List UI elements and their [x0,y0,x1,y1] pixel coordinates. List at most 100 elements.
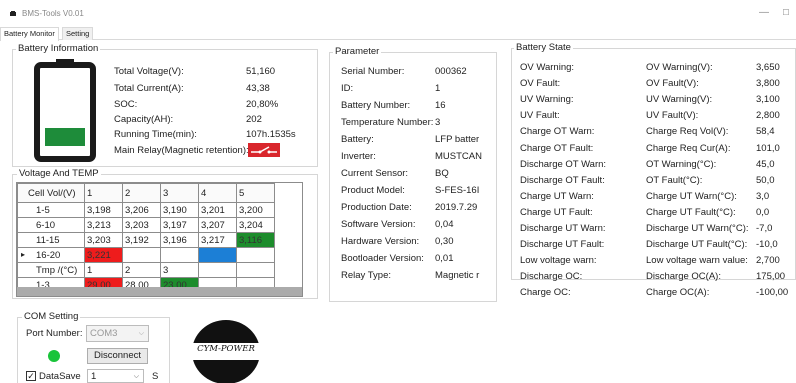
row-header-cell[interactable]: ▸ 16-20 [17,247,85,263]
column-header[interactable]: 3 [160,183,199,203]
table-cell[interactable]: 3,198 [84,202,123,218]
grid-horizontal-scrollbar[interactable] [17,287,302,296]
disconnect-button[interactable]: Disconnect [87,348,148,364]
table-cell[interactable]: 3,196 [160,232,199,248]
column-header[interactable]: 2 [122,183,161,203]
app-icon [10,11,16,16]
state-threshold-value: 3,0 [756,190,770,202]
table-cell[interactable] [198,247,237,263]
parameter-value: 000362 [435,66,467,77]
minimize-button[interactable]: — [756,6,772,20]
parameter-value: 1 [435,83,441,94]
table-cell[interactable] [160,247,199,263]
save-interval-select[interactable]: 1 ⌵ [87,369,144,383]
main-relay-label: Main Relay(Magnetic retention): [114,145,249,156]
table-cell[interactable]: 3,203 [84,232,123,248]
table-cell[interactable]: 3,116 [236,232,275,248]
table-cell[interactable]: 3,201 [198,202,237,218]
table-row[interactable]: 1-5 3,198 3,206 3,190 3,201 3,200 [17,202,275,218]
table-header-row: Cell Vol/(V) 1 2 3 4 5 [17,183,275,203]
state-threshold-value: 2,800 [756,110,780,122]
table-row[interactable]: 6-10 3,213 3,203 3,197 3,207 3,204 [17,217,275,233]
datasave-checkbox[interactable]: ✓ [26,371,36,381]
parameter-value: S-FES-16I [435,185,480,196]
state-threshold-value: 50,0 [756,174,775,186]
table-cell[interactable]: 2 [122,262,161,278]
state-threshold-label: OT Warning(°C): [646,158,717,170]
table-cell[interactable]: 3,197 [160,217,199,233]
maximize-button[interactable]: ☐ [778,6,794,20]
table-cell[interactable]: 3,200 [236,202,275,218]
state-flag-label: Charge OT Warn: [520,126,595,138]
table-cell[interactable]: 3 [160,262,199,278]
row-header-cell[interactable]: 6-10 [17,217,85,233]
table-row[interactable]: ▸ 16-20 3,221 [17,247,275,263]
table-cell[interactable]: 3,192 [122,232,161,248]
tab-battery-monitor[interactable]: Battery Monitor [0,27,59,41]
table-cell[interactable]: 3,207 [198,217,237,233]
parameter-list: Serial Number: 000362 ID: 1 Battery Number: 1… [341,66,497,281]
port-number-select[interactable]: COM3 ⌵ [86,325,149,342]
column-header[interactable]: 5 [236,183,275,203]
state-threshold-value: 101,0 [756,142,780,154]
parameter-label: Bootloader Version: [341,253,424,264]
table-cell[interactable] [198,262,237,278]
table-row[interactable]: Tmp /(°C) 1 2 3 [17,262,275,278]
parameter-value: 3 [435,117,441,128]
column-header[interactable]: 4 [198,183,237,203]
logo-text: CYM-POWER [197,344,255,354]
capacity-label: Capacity(AH): [114,114,174,125]
table-cell[interactable]: 3,190 [160,202,199,218]
relay-switch-icon [248,143,280,157]
parameter-value: 0,30 [435,236,454,247]
state-flag-label: OV Warning: [520,62,575,73]
row-header-cell[interactable]: 1-5 [17,202,85,218]
table-cell[interactable]: 3,213 [84,217,123,233]
state-threshold-label: Charge UT Fault(°C): [646,206,736,218]
port-number-value: COM3 [90,328,118,339]
soc-value: 20,80% [246,99,279,110]
state-threshold-label: OV Fault(V): [646,78,699,90]
chevron-down-icon: ⌵ [133,373,139,380]
table-cell[interactable]: 1 [84,262,123,278]
table-row[interactable]: 11-15 3,203 3,192 3,196 3,217 3,116 [17,232,275,248]
table-cell[interactable]: 3,203 [122,217,161,233]
window-title: BMS-Tools V0.01 [22,9,84,18]
state-threshold-label: Discharge OC(A): [646,271,721,283]
total-voltage-label: Total Voltage(V): [114,66,184,77]
row-header-cell[interactable]: 11-15 [17,232,85,248]
state-threshold-value: 0,0 [756,206,770,218]
soc-label: SOC: [114,99,138,110]
state-threshold-label: UV Warning(V): [646,94,713,106]
state-threshold-value: 3,650 [756,62,780,73]
state-threshold-label: Charge Req Cur(A): [646,142,731,154]
state-threshold-value: -100,00 [756,287,789,299]
table-cell[interactable]: 3,204 [236,217,275,233]
running-time-value: 107h.1535s [246,129,296,140]
datasave-label: DataSave [39,371,81,382]
tab-setting[interactable]: Setting [62,27,94,40]
total-voltage-value: 51,160 [246,66,276,77]
title-bar [0,0,796,26]
parameter-value: 0,01 [435,253,454,264]
voltage-temp-title: Voltage And TEMP [17,168,101,179]
table-cell[interactable] [122,247,161,263]
table-cell[interactable]: 3,206 [122,202,161,218]
parameter-label: Software Version: [341,219,416,230]
state-flag-label: Discharge UT Warn: [520,223,606,234]
table-cell[interactable]: 3,217 [198,232,237,248]
parameter-value: Magnetic r [435,270,480,281]
parameter-value: 2019.7.29 [435,202,478,213]
state-threshold-value: 45,0 [756,158,775,170]
column-header[interactable]: Cell Vol/(V) [17,183,85,203]
total-current-label: Total Current(A): [114,83,184,94]
table-cell[interactable] [236,262,275,278]
cell-voltage-grid[interactable]: Cell Vol/(V) 1 2 3 4 5 1-5 3,198 3,206 3,190 3,201… [16,182,303,297]
battery-information-title: Battery Information [16,43,101,54]
parameter-value: 16 [435,100,446,111]
table-cell[interactable]: 3,221 [84,247,123,263]
row-header-cell[interactable]: Tmp /(°C) [17,262,85,278]
column-header[interactable]: 1 [84,183,123,203]
state-flag-label: Charge OT Fault: [520,142,594,154]
table-cell[interactable] [236,247,275,263]
